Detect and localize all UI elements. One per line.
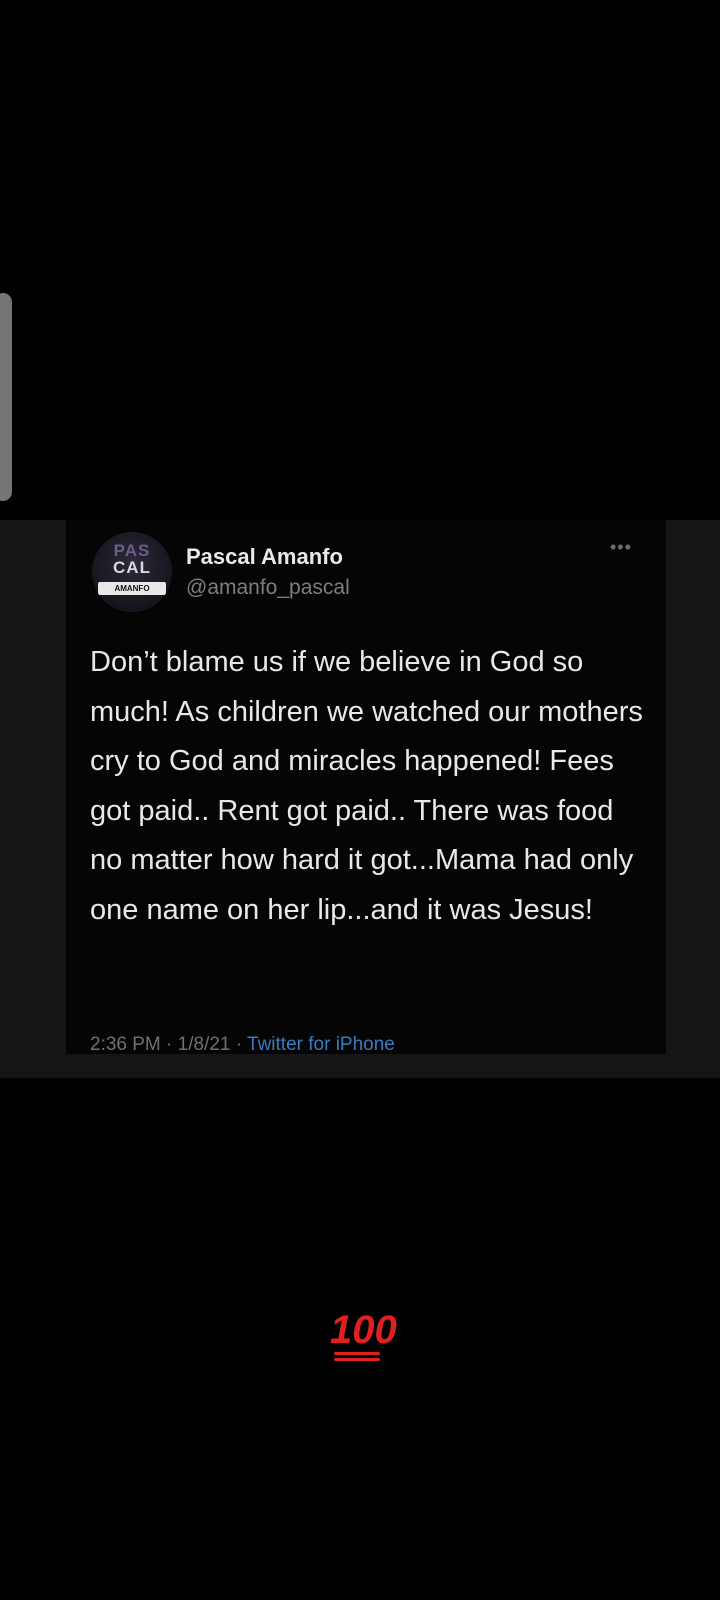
author-handle: @amanfo_pascal xyxy=(186,576,350,599)
tweet-body-text: Don’t blame us if we believe in God so m… xyxy=(90,646,643,926)
edge-panel-handle[interactable] xyxy=(0,293,12,501)
avatar-logo-band: AMANFO xyxy=(98,582,166,595)
more-options-icon[interactable]: ••• xyxy=(610,538,640,556)
tweet-date: 1/8/21 xyxy=(177,1034,231,1054)
screen: PAS CAL AMANFO Pascal Amanfo @amanfo_pas… xyxy=(0,0,720,1600)
avatar-logo-text-top: PAS xyxy=(113,541,151,560)
hundred-underline-top xyxy=(334,1352,380,1355)
tweet-screenshot[interactable]: PAS CAL AMANFO Pascal Amanfo @amanfo_pas… xyxy=(66,520,666,1054)
tweet-metadata: 2:36 PM · 1/8/21 · Twitter for iPhone xyxy=(90,1034,395,1054)
author-display-name: Pascal Amanfo xyxy=(186,544,343,569)
avatar: PAS CAL AMANFO xyxy=(92,532,172,612)
hundred-underline-bottom xyxy=(334,1358,380,1361)
tweet-time: 2:36 PM xyxy=(90,1034,161,1054)
meta-separator: · xyxy=(160,1034,178,1054)
avatar-logo-text-bottom: CAL xyxy=(113,558,151,577)
meta-separator: · xyxy=(230,1034,248,1054)
tweet-source: Twitter for iPhone xyxy=(247,1034,395,1054)
hundred-points-icon: 100 xyxy=(330,1308,397,1352)
